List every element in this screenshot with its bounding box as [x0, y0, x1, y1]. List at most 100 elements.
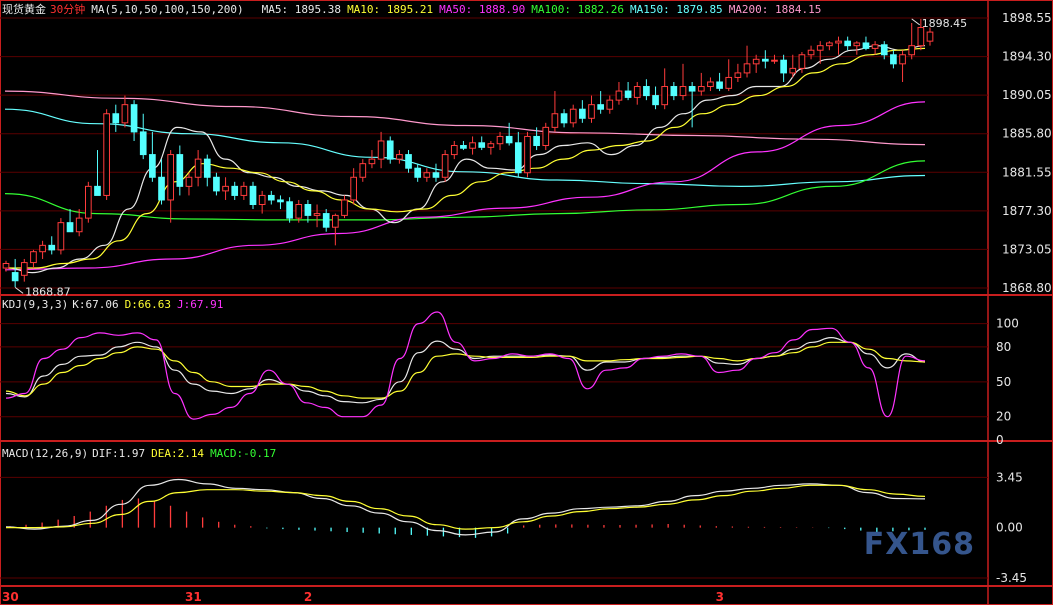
- candle-94: [862, 36, 870, 51]
- candle-body-38: [350, 176, 357, 201]
- candle-48: [441, 150, 449, 182]
- candle-body-34: [313, 213, 321, 216]
- candle-57: [524, 131, 531, 178]
- kdj-indicator: [5, 311, 926, 420]
- candle-26: [240, 181, 248, 200]
- candle-body-99: [908, 45, 916, 56]
- candle-17: [158, 159, 165, 205]
- candle-body-93: [853, 42, 861, 47]
- kdj-params: KDJ(9,3,3): [2, 298, 69, 311]
- candlestick-series: [2, 18, 934, 288]
- price-annotations: 1898.45 1868.87: [14, 17, 967, 298]
- kdj-y-tick-1: 80: [996, 340, 1011, 354]
- candle-85: [780, 54, 787, 82]
- kdj-y-tick-3: 20: [996, 410, 1011, 424]
- candle-73: [670, 81, 678, 101]
- line-ma5: [7, 45, 926, 274]
- candle-body-83: [761, 58, 769, 62]
- candle-body-16: [149, 154, 156, 178]
- candle-6: [57, 218, 65, 255]
- candle-27: [249, 181, 257, 210]
- candle-15: [139, 113, 147, 160]
- candle-body-2: [20, 262, 28, 276]
- ma-value-0: MA5: 1895.38: [261, 3, 342, 16]
- candle-74: [679, 63, 687, 101]
- candle-body-58: [533, 135, 540, 147]
- candle-21: [194, 150, 202, 187]
- line-ma10: [8, 47, 926, 269]
- candle-9: [85, 181, 92, 223]
- candle-23: [213, 172, 220, 196]
- candle-31: [286, 197, 293, 223]
- candle-body-55: [505, 135, 513, 144]
- candle-69: [633, 81, 641, 105]
- main-y-tick-3: 1885.80: [1002, 127, 1052, 141]
- candle-body-32: [295, 204, 303, 219]
- candle-7: [66, 209, 74, 233]
- candle-71: [652, 86, 659, 110]
- candle-body-65: [597, 104, 604, 110]
- candle-body-82: [752, 58, 760, 65]
- candle-body-68: [624, 90, 632, 98]
- macd-value-0: DIF:1.97: [92, 447, 146, 460]
- candle-body-100: [917, 27, 925, 47]
- candle-42: [386, 136, 394, 164]
- candle-54: [496, 131, 504, 151]
- candle-body-62: [569, 108, 577, 124]
- kdj-y-tick-4: 0: [996, 433, 1004, 447]
- candle-body-13: [121, 104, 129, 124]
- candle-1: [11, 258, 19, 288]
- candle-35: [322, 209, 330, 232]
- candle-36: [332, 213, 339, 246]
- candle-body-91: [835, 40, 842, 44]
- candle-92: [844, 36, 851, 51]
- ma-value-3: MA100: 1882.26: [531, 3, 624, 16]
- candle-body-28: [258, 194, 266, 206]
- candle-body-66: [606, 99, 614, 110]
- candle-76: [697, 72, 705, 96]
- candle-body-86: [789, 67, 797, 74]
- moving-average-lines: [4, 45, 926, 274]
- main-y-tick-6: 1873.05: [1002, 242, 1052, 256]
- candle-body-24: [222, 185, 229, 192]
- candle-body-10: [94, 185, 101, 196]
- candle-body-15: [139, 131, 147, 156]
- candle-body-0: [2, 262, 10, 269]
- candle-33: [304, 199, 312, 223]
- candle-body-37: [341, 199, 348, 216]
- candle-77: [707, 77, 714, 92]
- candle-51: [469, 136, 476, 155]
- candle-body-19: [176, 154, 184, 187]
- main-y-tick-1: 1894.30: [1002, 50, 1052, 64]
- candle-body-27: [249, 185, 257, 206]
- candle-19: [176, 145, 184, 196]
- candle-body-94: [862, 42, 870, 49]
- ma-value-4: MA150: 1879.85: [629, 3, 723, 16]
- candle-body-87: [798, 54, 806, 69]
- candle-49: [450, 140, 458, 160]
- candle-3: [30, 249, 37, 269]
- x-label-2: 2: [304, 590, 312, 604]
- ma-values: MA5: 1895.38 MA10: 1895.21 MA50: 1888.90 MA…: [262, 3, 828, 16]
- candle-body-98: [899, 54, 906, 65]
- candle-body-90: [826, 42, 833, 47]
- x-label-0: 30: [2, 590, 19, 604]
- candle-63: [579, 100, 586, 123]
- candle-body-84: [771, 59, 778, 62]
- period-label[interactable]: 30分钟: [50, 3, 85, 16]
- kdj-value-0: K:67.06: [72, 298, 119, 311]
- candle-body-42: [386, 140, 394, 160]
- candle-24: [222, 177, 229, 200]
- candle-50: [460, 140, 467, 151]
- candle-body-97: [890, 54, 897, 65]
- candle-body-45: [414, 167, 422, 178]
- candle-body-29: [267, 194, 275, 201]
- candle-body-78: [716, 81, 723, 89]
- candle-body-89: [816, 45, 824, 51]
- candle-82: [752, 54, 760, 73]
- kdj-y-tick-2: 50: [996, 375, 1011, 389]
- candle-body-64: [588, 104, 595, 119]
- macd-values: DIF:1.97 DEA:2.14 MACD:-0.17: [92, 447, 282, 460]
- candle-46: [423, 168, 431, 182]
- macd-y-tick-2: -3.45: [996, 571, 1027, 585]
